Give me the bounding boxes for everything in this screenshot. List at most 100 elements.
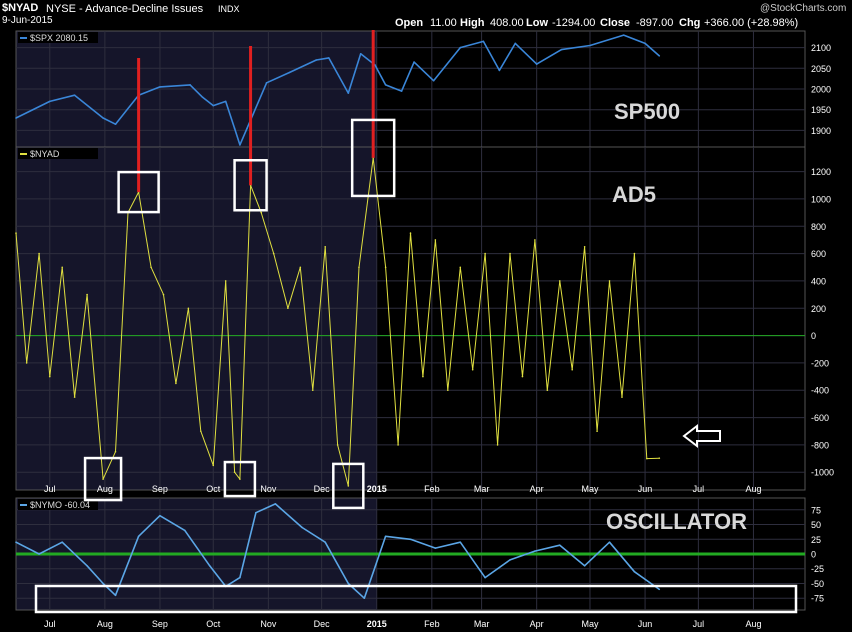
data-point-1-1 xyxy=(25,362,28,364)
x-axis-label-osc-9: Apr xyxy=(530,619,544,629)
data-point-1-36 xyxy=(447,389,449,392)
data-point-0-16 xyxy=(315,59,318,61)
data-point-0-10 xyxy=(224,100,227,103)
data-point-1-28 xyxy=(347,485,350,487)
data-point-2-18 xyxy=(384,535,387,538)
data-point-2-20 xyxy=(434,547,437,549)
ytick-label-2-4: -25 xyxy=(811,564,824,574)
x-axis-label-main-9: Apr xyxy=(530,484,544,494)
data-point-1-47 xyxy=(583,245,586,248)
annotation-oscillator: OSCILLATOR xyxy=(606,509,747,534)
ytick-label-0-2: 2000 xyxy=(811,85,831,95)
data-point-1-27 xyxy=(336,444,339,446)
data-point-0-13 xyxy=(246,127,248,130)
chart-canvas: 21002050200019501900$SPX 2080.1512001000… xyxy=(15,30,834,629)
data-point-1-39 xyxy=(484,252,486,255)
x-axis-label-osc-1: Aug xyxy=(97,619,113,629)
data-point-2-26 xyxy=(583,564,586,567)
ytick-label-1-10: -800 xyxy=(811,440,829,450)
ytick-label-1-3: 600 xyxy=(811,249,826,259)
data-point-0-28 xyxy=(514,42,517,45)
data-point-2-9 xyxy=(208,564,211,567)
data-point-2-23 xyxy=(509,559,511,561)
data-point-1-13 xyxy=(175,382,177,385)
data-point-1-17 xyxy=(224,280,227,282)
data-point-1-5 xyxy=(73,396,76,398)
data-point-1-8 xyxy=(114,450,117,453)
data-point-0-25 xyxy=(459,46,462,49)
data-point-2-14 xyxy=(301,526,303,529)
x-axis-label-main-10: May xyxy=(581,484,599,494)
data-point-1-34 xyxy=(422,375,424,378)
data-point-1-48 xyxy=(596,430,598,433)
ytick-label-1-9: -600 xyxy=(811,413,829,423)
ytick-label-1-5: 200 xyxy=(811,304,826,314)
data-point-2-29 xyxy=(658,588,661,591)
x-axis-label-osc-5: Dec xyxy=(314,619,331,629)
ytick-label-1-8: -400 xyxy=(811,386,829,396)
data-point-2-11 xyxy=(239,576,241,579)
x-axis-label-osc-4: Nov xyxy=(260,619,277,629)
x-axis-label-osc-6: 2015 xyxy=(367,619,387,629)
data-point-1-15 xyxy=(200,430,202,433)
x-axis-label-main-5: Dec xyxy=(314,484,331,494)
data-point-1-52 xyxy=(646,457,648,460)
data-point-1-2 xyxy=(38,252,40,255)
data-point-1-53 xyxy=(658,457,661,459)
x-axis-label-main-12: Jul xyxy=(693,484,705,494)
data-point-2-22 xyxy=(484,576,486,579)
ytick-label-2-0: 75 xyxy=(811,505,821,515)
ytick-label-0-1: 2050 xyxy=(811,64,831,74)
data-point-1-16 xyxy=(212,464,215,467)
data-point-2-6 xyxy=(137,535,140,538)
data-point-2-8 xyxy=(184,529,186,532)
x-axis-label-main-6: 2015 xyxy=(367,484,387,494)
data-point-0-11 xyxy=(233,127,236,130)
data-point-1-14 xyxy=(187,307,190,310)
data-point-0-18 xyxy=(347,92,350,94)
data-point-2-1 xyxy=(38,553,40,555)
data-point-2-5 xyxy=(114,594,117,597)
data-point-1-22 xyxy=(272,252,275,255)
data-point-2-2 xyxy=(61,541,64,544)
x-axis-label-main-11: Jun xyxy=(638,484,653,494)
data-point-1-31 xyxy=(384,266,387,269)
data-point-1-3 xyxy=(48,375,51,378)
data-point-1-50 xyxy=(621,396,623,398)
ytick-label-0-4: 1900 xyxy=(811,126,831,136)
legend-label-0: $SPX 2080.15 xyxy=(30,33,88,43)
data-point-1-25 xyxy=(311,389,314,392)
x-axis-label-main-0: Jul xyxy=(44,484,56,494)
data-point-2-19 xyxy=(409,538,412,541)
data-point-2-28 xyxy=(633,570,636,573)
data-point-1-26 xyxy=(324,245,327,248)
x-axis-label-osc-10: May xyxy=(581,619,599,629)
data-point-2-7 xyxy=(159,514,161,517)
data-point-1-49 xyxy=(608,280,611,282)
data-point-1-32 xyxy=(397,444,399,446)
data-point-2-17 xyxy=(363,597,366,600)
data-point-2-16 xyxy=(347,582,350,585)
x-axis-label-osc-11: Jun xyxy=(638,619,653,629)
data-point-1-6 xyxy=(86,293,88,296)
data-point-1-24 xyxy=(299,266,302,269)
data-point-1-11 xyxy=(150,266,152,269)
data-point-0-14 xyxy=(265,81,268,84)
ytick-label-1-7: -200 xyxy=(811,358,829,368)
data-point-0-32 xyxy=(622,34,625,36)
data-point-1-38 xyxy=(471,368,474,371)
annotation-ad5: AD5 xyxy=(612,182,656,207)
data-point-0-6 xyxy=(159,86,161,88)
data-point-2-21 xyxy=(459,541,462,544)
data-point-2-24 xyxy=(534,550,536,552)
ytick-label-1-0: 1200 xyxy=(811,167,831,177)
ytick-label-0-0: 2100 xyxy=(811,43,831,53)
data-point-2-13 xyxy=(274,503,277,505)
data-point-1-45 xyxy=(558,280,561,282)
data-point-0-9 xyxy=(212,104,215,107)
ytick-label-1-11: -1000 xyxy=(811,468,834,478)
data-point-1-42 xyxy=(521,375,524,378)
data-point-1-46 xyxy=(571,368,574,371)
data-point-2-25 xyxy=(558,544,561,546)
data-point-1-21 xyxy=(260,211,263,214)
